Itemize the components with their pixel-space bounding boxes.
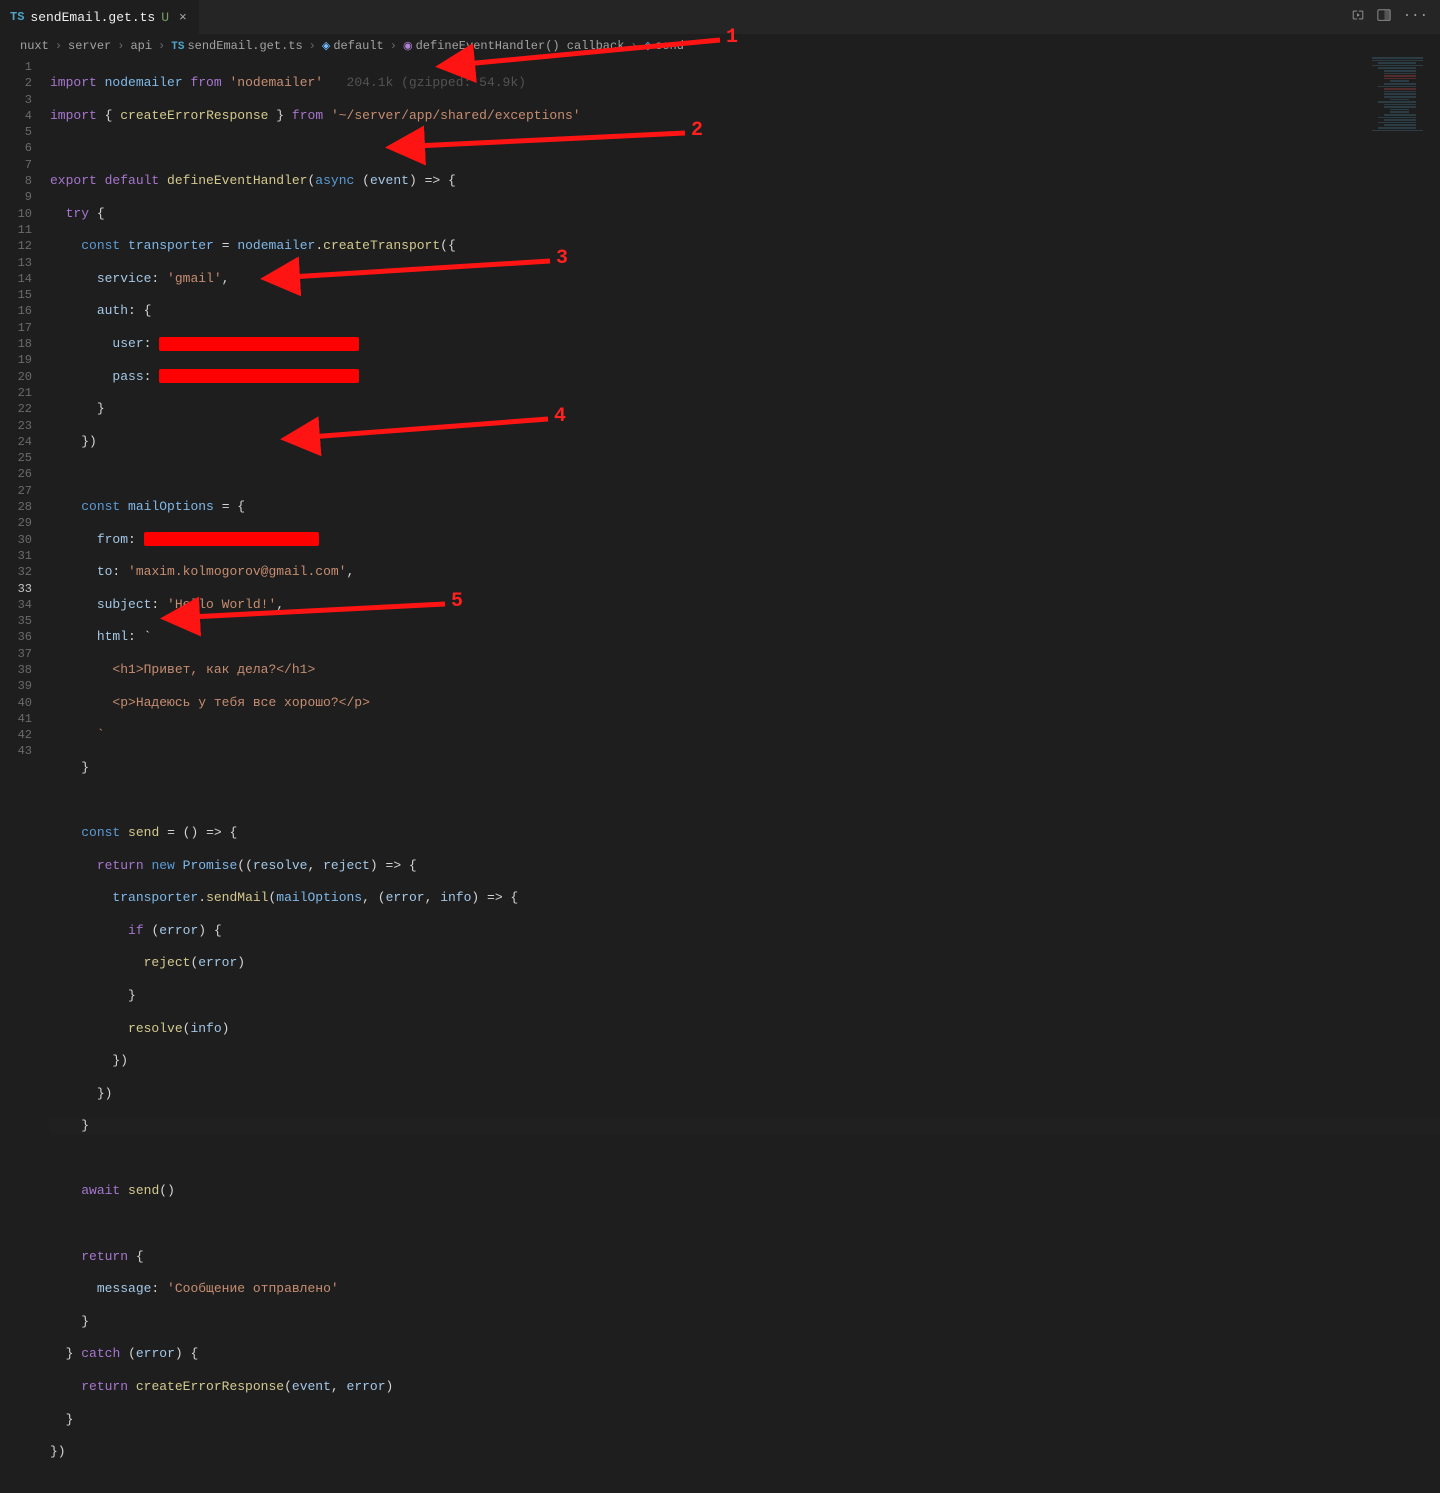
code-area[interactable]: import nodemailer from 'nodemailer' 204.… bbox=[50, 57, 1440, 775]
chevron-right-icon: › bbox=[388, 39, 399, 53]
breadcrumb-symbol[interactable]: ◉defineEventHandler() callback bbox=[403, 39, 624, 53]
redacted-from bbox=[144, 532, 319, 546]
redacted-pass bbox=[159, 369, 359, 383]
symbol-variable-icon: ◈ bbox=[644, 41, 652, 53]
close-icon[interactable]: × bbox=[175, 10, 191, 25]
editor-title-actions: ··· bbox=[1351, 8, 1440, 27]
breadcrumb-item[interactable]: TSsendEmail.get.ts bbox=[171, 39, 302, 53]
chevron-right-icon: › bbox=[156, 39, 167, 53]
breadcrumb-item[interactable]: nuxt bbox=[20, 39, 49, 53]
chevron-right-icon: › bbox=[115, 39, 126, 53]
import-cost-hint: 204.1k (gzipped: 54.9k) bbox=[347, 75, 526, 90]
tab-bar: TS sendEmail.get.ts U × ··· bbox=[0, 0, 1440, 35]
tab-filename: sendEmail.get.ts bbox=[30, 10, 155, 25]
breadcrumb-symbol[interactable]: ◈send bbox=[644, 39, 684, 53]
redacted-user bbox=[159, 337, 359, 351]
breadcrumb-item[interactable]: api bbox=[130, 39, 152, 53]
line-number-gutter: 1234567891011121314151617181920212223242… bbox=[0, 57, 50, 775]
more-actions-icon[interactable]: ··· bbox=[1403, 8, 1428, 27]
breadcrumb: nuxt › server › api › TSsendEmail.get.ts › ◈… bbox=[0, 35, 1440, 57]
editor[interactable]: 1234567891011121314151617181920212223242… bbox=[0, 57, 1440, 775]
tab-active[interactable]: TS sendEmail.get.ts U × bbox=[0, 0, 200, 34]
breadcrumb-item[interactable]: server bbox=[68, 39, 111, 53]
symbol-method-icon: ◉ bbox=[403, 41, 413, 53]
ts-file-icon: TS bbox=[10, 10, 24, 24]
chevron-right-icon: › bbox=[53, 39, 64, 53]
chevron-right-icon: › bbox=[628, 39, 639, 53]
symbol-variable-icon: ◈ bbox=[322, 41, 330, 53]
ts-file-icon: TS bbox=[171, 41, 184, 53]
chevron-right-icon: › bbox=[307, 39, 318, 53]
breadcrumb-symbol[interactable]: ◈default bbox=[322, 39, 384, 53]
compare-changes-icon[interactable] bbox=[1351, 8, 1365, 27]
split-editor-icon[interactable] bbox=[1377, 8, 1391, 27]
git-status-badge: U bbox=[161, 10, 169, 25]
